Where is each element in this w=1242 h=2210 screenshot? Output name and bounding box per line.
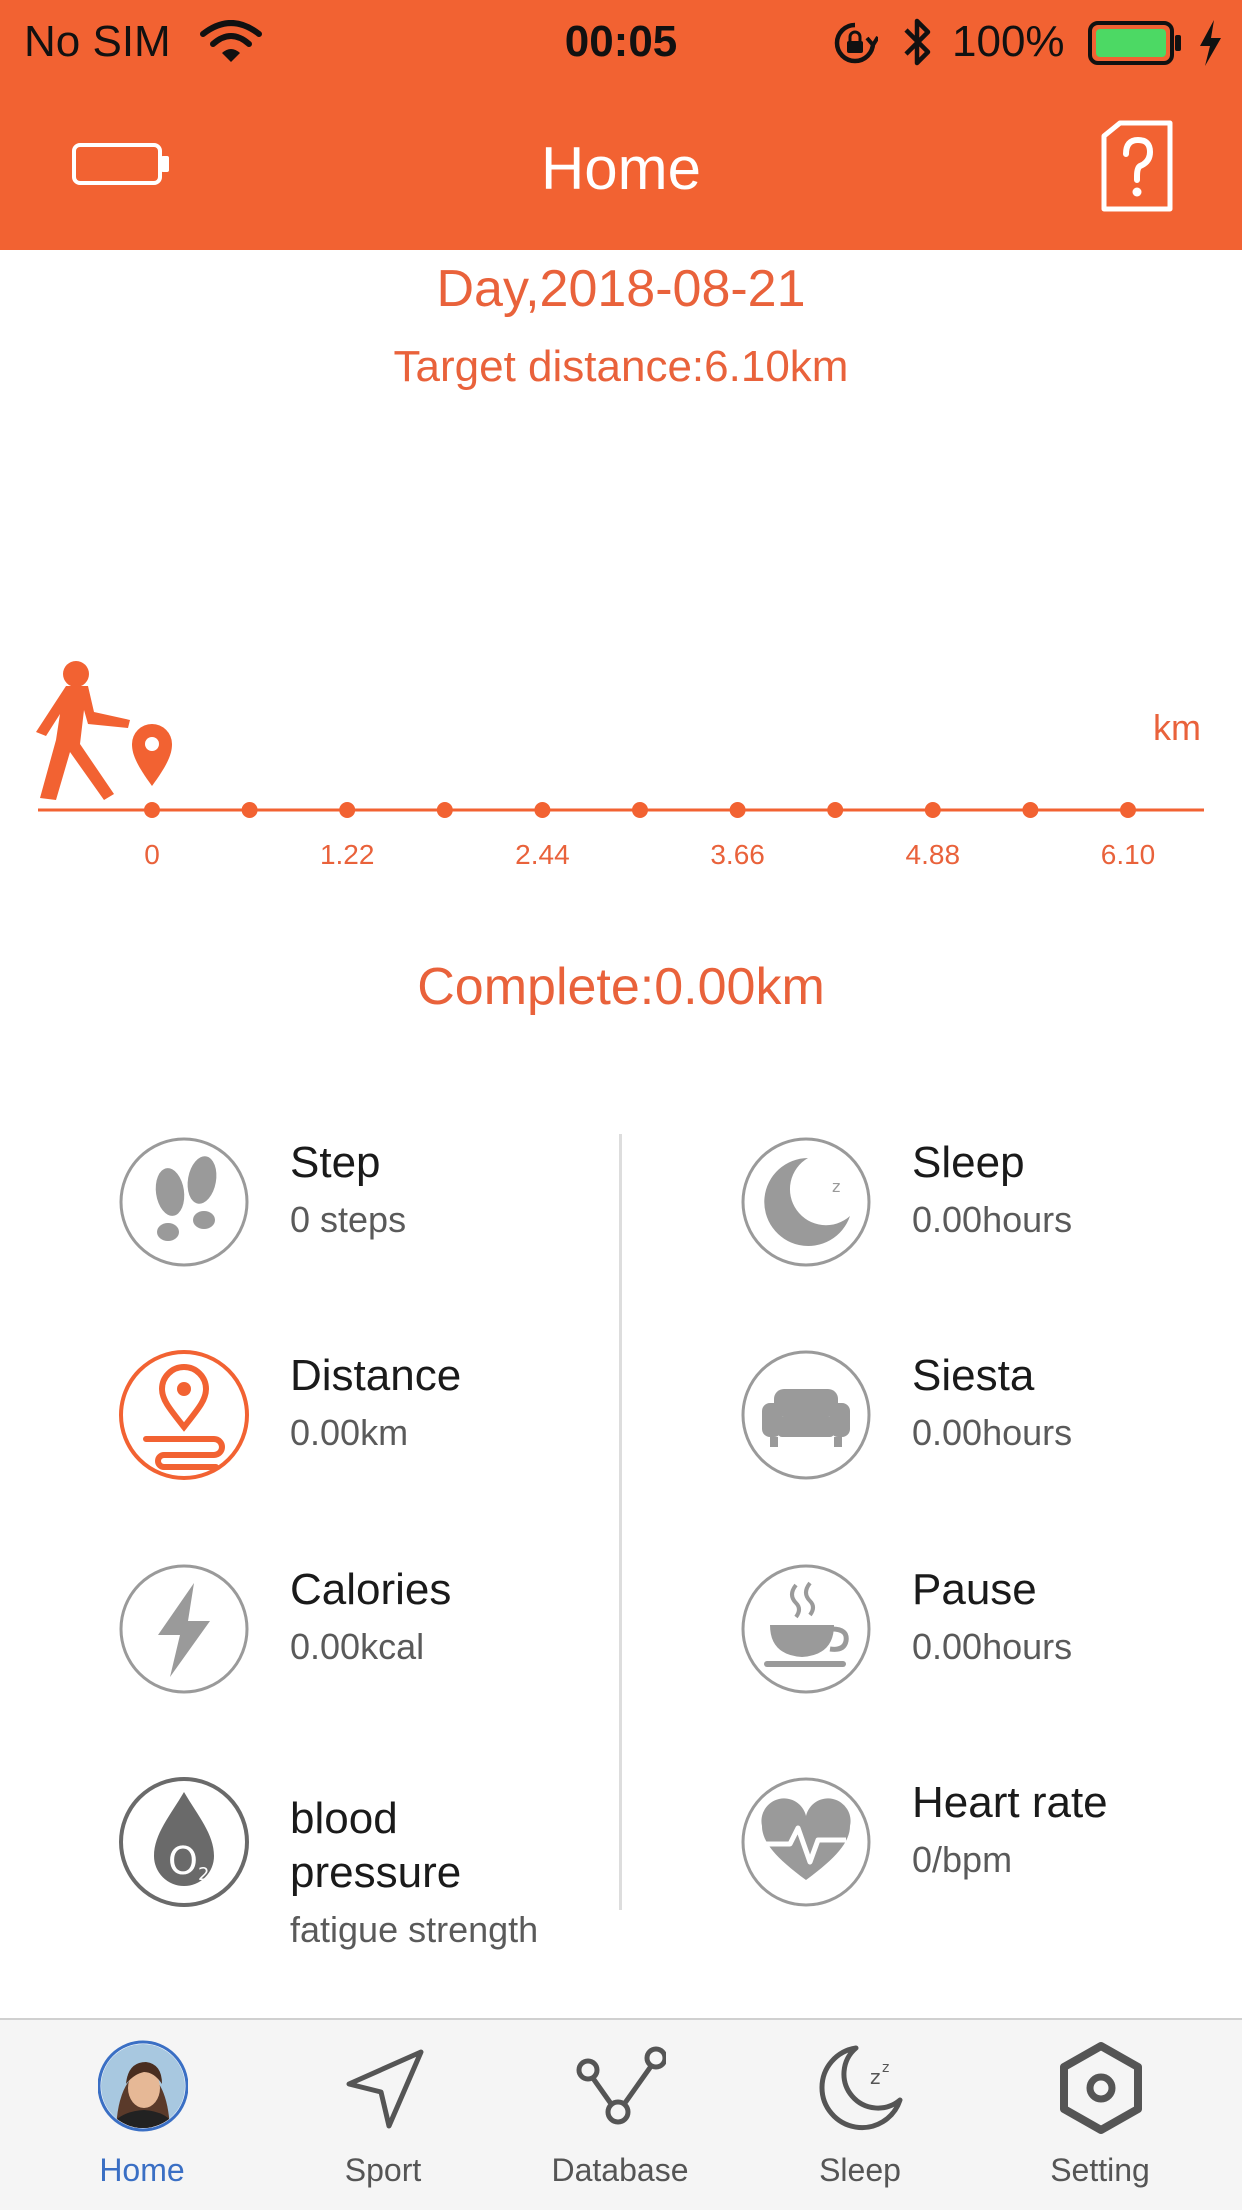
metric-distance-label: Distance	[290, 1351, 462, 1400]
metric-step-label: Step	[290, 1138, 381, 1187]
tab-sleep-label: Sleep	[819, 2152, 901, 2188]
tab-sport-label: Sport	[344, 2152, 422, 2188]
track-dot	[1022, 802, 1039, 818]
track-dot	[1120, 802, 1136, 818]
metric-pause-label: Pause	[912, 1565, 1037, 1614]
metric-blood-label-2: pressure	[290, 1848, 462, 1897]
avatar	[98, 2040, 188, 2132]
metric-calories-label: Calories	[290, 1565, 452, 1614]
location-pin-icon	[118, 1349, 250, 1481]
lightning-icon	[118, 1563, 250, 1695]
svg-text:z: z	[882, 2060, 889, 2076]
svg-text:2: 2	[198, 1864, 209, 1885]
footprints-icon	[118, 1136, 250, 1268]
metric-blood-label-1: blood	[290, 1794, 398, 1843]
status-bar: No SIM 00:05 100%	[0, 0, 1242, 84]
tick-label: 3.66	[710, 839, 765, 870]
charging-bolt-icon	[1200, 20, 1221, 66]
tick-label: 4.88	[906, 839, 961, 870]
walker-icon	[36, 661, 130, 800]
moon-icon: z z	[740, 1136, 872, 1268]
tab-sleep[interactable]: z z Sleep	[740, 2020, 980, 2210]
tab-home[interactable]: Home	[22, 2020, 262, 2210]
complete-distance-label: Complete:0.00km	[417, 958, 825, 1016]
track-dot	[241, 802, 258, 818]
chart-unit-label: km	[1153, 707, 1201, 748]
track-dot	[534, 802, 551, 818]
target-distance-label: Target distance:6.10km	[393, 342, 849, 391]
svg-text:z: z	[818, 1187, 830, 1212]
tab-sport[interactable]: Sport	[263, 2020, 503, 2210]
orientation-lock-icon	[834, 22, 878, 64]
metric-blood-value: fatigue strength	[290, 1909, 539, 1950]
track-dot	[729, 802, 746, 818]
tab-database-label: Database	[551, 2152, 689, 2188]
navigation-arrow-icon	[346, 2049, 424, 2129]
nodes-graph-icon	[576, 2046, 666, 2125]
bluetooth-icon	[904, 18, 931, 66]
oxygen-drop-icon: O 2	[118, 1776, 250, 1908]
track-dot	[924, 802, 941, 818]
progress-marker-pin	[132, 724, 172, 786]
distance-progress-chart: km 0 1.22 2.44 3.66 4.88 6.10	[36, 661, 1204, 870]
metric-siesta-label: Siesta	[912, 1351, 1035, 1400]
battery-percent: 100%	[952, 17, 1065, 66]
metric-pause[interactable]: Pause 0.00hours	[740, 1563, 1242, 1733]
metric-step-value: 0 steps	[290, 1199, 407, 1240]
heart-pulse-icon	[740, 1776, 872, 1908]
metric-distance-value: 0.00km	[290, 1412, 409, 1453]
track-dot	[339, 802, 356, 818]
coffee-cup-icon	[740, 1563, 872, 1695]
svg-text:z: z	[870, 2065, 881, 2089]
svg-text:O: O	[168, 1839, 198, 1883]
help-document-icon[interactable]	[1100, 120, 1174, 212]
metric-sleep[interactable]: z z Sleep 0.00hours	[740, 1136, 1242, 1306]
track-dot	[436, 802, 453, 818]
metric-heart-rate[interactable]: Heart rate 0/bpm	[740, 1776, 1242, 1946]
metric-distance[interactable]: Distance 0.00km	[118, 1349, 678, 1519]
metric-blood-pressure[interactable]: O 2 blood pressure fatigue strength	[118, 1776, 678, 1956]
metric-pause-value: 0.00hours	[912, 1626, 1073, 1667]
metric-heart-label: Heart rate	[912, 1778, 1108, 1827]
svg-text:z: z	[832, 1177, 840, 1196]
tab-setting-label: Setting	[1050, 2152, 1150, 2188]
metric-calories-value: 0.00kcal	[290, 1626, 425, 1667]
date-label: Day,2018-08-21	[436, 260, 806, 318]
navigation-bar: Home	[0, 84, 1242, 250]
app-header: No SIM 00:05 100% Home	[0, 0, 1242, 250]
track-dot	[827, 802, 844, 818]
track-dot	[632, 802, 648, 818]
hexagon-gear-icon	[1060, 2042, 1142, 2134]
battery-icon	[1088, 21, 1181, 65]
track-dot	[144, 802, 160, 818]
tab-home-label: Home	[99, 2152, 185, 2188]
metric-sleep-value: 0.00hours	[912, 1199, 1073, 1240]
sofa-icon	[740, 1349, 872, 1481]
tick-label: 6.10	[1101, 839, 1156, 870]
metric-calories[interactable]: Calories 0.00kcal	[118, 1563, 678, 1733]
tab-setting[interactable]: Setting	[980, 2020, 1220, 2210]
metric-sleep-label: Sleep	[912, 1138, 1025, 1187]
page-title: Home	[540, 135, 702, 202]
tab-database[interactable]: Database	[500, 2020, 740, 2210]
metric-siesta[interactable]: Siesta 0.00hours	[740, 1349, 1242, 1519]
tab-bar: Home Sport Database z z Sleep Setting	[0, 2018, 1242, 2210]
tick-label: 0	[144, 839, 160, 870]
tick-label: 1.22	[320, 839, 375, 870]
tick-label: 2.44	[515, 839, 570, 870]
metric-step[interactable]: Step 0 steps	[118, 1136, 678, 1306]
metric-siesta-value: 0.00hours	[912, 1412, 1073, 1453]
metric-heart-value: 0/bpm	[912, 1839, 1013, 1880]
moon-icon: z z	[819, 2045, 903, 2131]
